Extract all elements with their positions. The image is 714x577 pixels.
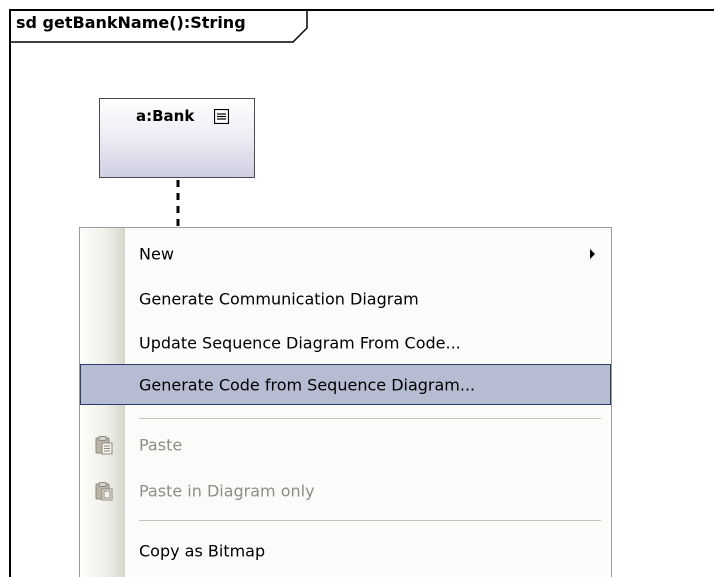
frame-border-left [9, 9, 11, 577]
frame-title: sd getBankName():String [16, 13, 246, 32]
menu-item-paste-in-diagram-only[interactable]: Paste in Diagram only [80, 472, 611, 510]
menu-item-copy-as-bitmap[interactable]: Copy as Bitmap [80, 532, 611, 570]
menu-item-label: Update Sequence Diagram From Code... [139, 333, 461, 353]
menu-item-label: Paste [139, 435, 183, 455]
menu-item-label: Copy as Bitmap [139, 541, 266, 561]
menu-separator [139, 520, 601, 521]
menu-item-label: Generate Code from Sequence Diagram... [139, 375, 476, 394]
menu-item-generate-code-from-sequence-diagram[interactable]: Generate Code from Sequence Diagram... [80, 364, 611, 405]
lifeline-head[interactable]: a:Bank [99, 98, 255, 178]
menu-item-label: Paste in Diagram only [139, 481, 315, 501]
context-menu: New Generate Communication Diagram Updat… [79, 227, 612, 577]
submenu-arrow-icon [590, 249, 595, 259]
sequence-diagram-canvas: sd getBankName():String a:Bank New Gener… [0, 0, 714, 577]
lifeline-menu-icon[interactable] [214, 109, 229, 124]
menu-item-new[interactable]: New [80, 235, 611, 273]
menu-item-update-sequence-diagram[interactable]: Update Sequence Diagram From Code... [80, 324, 611, 362]
paste-icon [95, 436, 113, 455]
frame-border-top [9, 9, 714, 11]
lifeline-dashed-line [176, 180, 180, 228]
menu-item-label: New [139, 244, 174, 264]
paste-in-diagram-icon [95, 482, 113, 501]
menu-separator [139, 418, 601, 419]
menu-item-label: Generate Communication Diagram [139, 289, 419, 309]
menu-item-paste[interactable]: Paste [80, 426, 611, 464]
menu-item-generate-communication-diagram[interactable]: Generate Communication Diagram [80, 280, 611, 318]
lifeline-name: a:Bank [136, 107, 195, 125]
